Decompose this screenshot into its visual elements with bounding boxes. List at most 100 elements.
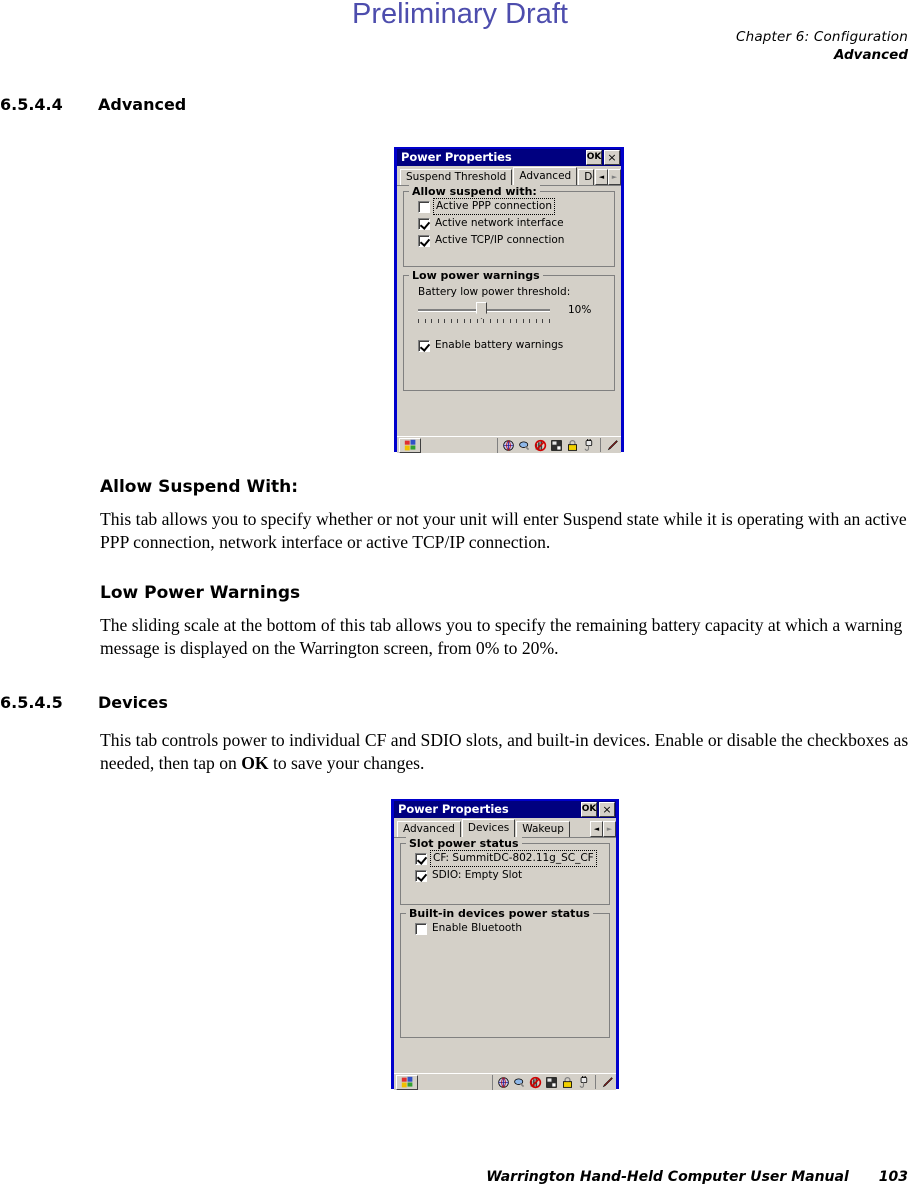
slider-tick-marks xyxy=(418,319,550,325)
group-allow-suspend-with: Allow suspend with: Active PPP connectio… xyxy=(403,185,615,267)
taskbar xyxy=(397,436,621,453)
tab-scroll-right-icon[interactable]: ► xyxy=(608,169,621,185)
titlebar: Power Properties OK × xyxy=(394,801,616,818)
tab-scroll-left-icon[interactable]: ◄ xyxy=(595,169,608,185)
ok-button[interactable]: OK xyxy=(586,150,602,165)
group-builtin-devices-power-status: Built-in devices power status Enable Blu… xyxy=(400,907,610,1038)
group-low-power-warnings: Low power warnings Battery low power thr… xyxy=(403,269,615,391)
tab-scroll-spinner[interactable]: ◄ ► xyxy=(590,821,616,837)
storage-card-icon[interactable] xyxy=(550,439,563,452)
tab-page-devices: Slot power status CF: SummitDC-802.11g_S… xyxy=(394,837,616,1073)
windows-start-icon[interactable] xyxy=(396,1074,418,1090)
screenshot-power-properties-devices: Power Properties OK × Advanced Devices W… xyxy=(391,799,619,1090)
security-lock-icon[interactable] xyxy=(566,439,579,452)
checkbox-label-cf-slot: CF: SummitDC-802.11g_SC_CF xyxy=(430,850,597,867)
checkbox-label-active-ppp: Active PPP connection xyxy=(432,198,556,215)
checkbox-label-enable-bluetooth: Enable Bluetooth xyxy=(432,922,523,934)
taskbar xyxy=(394,1073,616,1090)
windows-start-icon-glyph xyxy=(401,1076,412,1087)
paragraph-allow-suspend-with: This tab allows you to specify whether o… xyxy=(100,509,907,552)
checkbox-sdio-slot[interactable] xyxy=(415,869,427,882)
header-section: Advanced xyxy=(833,47,908,63)
page-header-right: Chapter 6: Configuration Advanced xyxy=(736,28,908,64)
checkbox-active-tcpip[interactable] xyxy=(418,234,430,247)
checkbox-cf-slot[interactable] xyxy=(415,852,427,865)
checkbox-row-active-network-interface[interactable]: Active network interface xyxy=(418,217,608,230)
tab-suspend-threshold[interactable]: Suspend Threshold xyxy=(400,169,513,185)
network-globe-icon[interactable] xyxy=(502,439,515,452)
section-number: 6.5.4.4 xyxy=(0,95,63,114)
checkbox-label-active-network-interface: Active network interface xyxy=(435,217,564,229)
window-title: Power Properties xyxy=(398,802,509,816)
paragraph-devices-ok: OK xyxy=(241,753,269,773)
checkbox-label-active-tcpip: Active TCP/IP connection xyxy=(435,234,565,246)
tab-devices[interactable]: Devices xyxy=(461,819,516,837)
tab-scroll-right-icon[interactable]: ► xyxy=(603,821,616,837)
wireless-disabled-icon[interactable] xyxy=(529,1076,542,1089)
checkbox-row-active-ppp[interactable]: Active PPP connection xyxy=(418,198,608,215)
battery-threshold-value: 10% xyxy=(568,304,592,316)
section-title: Devices xyxy=(98,693,168,712)
footer-page-number: 103 xyxy=(878,1169,908,1185)
stylus-pen-icon[interactable] xyxy=(601,1076,614,1089)
paragraph-devices-pre: This tab controls power to individual CF… xyxy=(100,730,909,773)
group-label: Slot power status xyxy=(406,837,522,850)
tab-scroll-left-icon[interactable]: ◄ xyxy=(590,821,603,837)
battery-threshold-label: Battery low power threshold: xyxy=(418,286,571,298)
power-plug-icon[interactable] xyxy=(582,438,595,452)
preliminary-draft-watermark: Preliminary Draft xyxy=(352,0,568,30)
checkbox-row-cf-slot[interactable]: CF: SummitDC-802.11g_SC_CF xyxy=(415,850,603,867)
screenshot-power-properties-advanced: Power Properties OK × Suspend Threshold … xyxy=(394,147,624,453)
power-plug-icon[interactable] xyxy=(577,1075,590,1089)
stylus-pen-icon[interactable] xyxy=(606,439,619,452)
footer-manual-title: Warrington Hand-Held Computer User Manua… xyxy=(486,1169,849,1185)
window-power-properties-devices: Power Properties OK × Advanced Devices W… xyxy=(391,799,619,1090)
checkbox-label-sdio-slot: SDIO: Empty Slot xyxy=(432,869,523,881)
windows-start-icon-glyph xyxy=(404,439,415,450)
wireless-disabled-icon[interactable] xyxy=(534,439,547,452)
checkbox-active-network-interface[interactable] xyxy=(418,217,430,230)
window-power-properties-advanced: Power Properties OK × Suspend Threshold … xyxy=(394,147,624,453)
ok-button[interactable]: OK xyxy=(581,802,597,817)
tab-advanced[interactable]: Advanced xyxy=(397,821,461,837)
checkbox-row-active-tcpip[interactable]: Active TCP/IP connection xyxy=(418,234,608,247)
tab-wakeup[interactable]: Wakeup xyxy=(516,821,570,837)
paragraph-devices: This tab controls power to individual CF… xyxy=(100,729,918,775)
checkbox-label-enable-battery-warnings: Enable battery warnings xyxy=(435,339,564,351)
system-tray xyxy=(492,1074,614,1090)
checkbox-row-enable-bluetooth[interactable]: Enable Bluetooth xyxy=(415,922,603,935)
titlebar: Power Properties OK × xyxy=(397,149,621,166)
windows-start-icon[interactable] xyxy=(399,437,421,453)
checkbox-row-sdio-slot[interactable]: SDIO: Empty Slot xyxy=(415,869,603,882)
tab-devices-partial[interactable]: De xyxy=(578,169,594,185)
checkbox-active-ppp[interactable] xyxy=(418,200,430,213)
volume-speaker-icon[interactable] xyxy=(518,439,531,452)
security-lock-icon[interactable] xyxy=(561,1076,574,1089)
tab-strip: Advanced Devices Wakeup ◄ ► xyxy=(394,818,616,837)
paragraph-low-power-warnings: The sliding scale at the bottom of this … xyxy=(100,615,903,658)
paragraph-devices-post: to save your changes. xyxy=(268,753,425,773)
checkbox-enable-battery-warnings[interactable] xyxy=(418,339,430,352)
header-chapter: Chapter 6: Configuration xyxy=(735,29,908,45)
tab-scroll-spinner[interactable]: ◄ ► xyxy=(595,169,621,185)
section-title: Advanced xyxy=(98,95,187,114)
section-number: 6.5.4.5 xyxy=(0,693,63,712)
volume-speaker-icon[interactable] xyxy=(513,1076,526,1089)
close-button[interactable]: × xyxy=(599,802,615,817)
group-label: Low power warnings xyxy=(409,269,543,282)
section-heading-advanced: 6.5.4.4 Advanced xyxy=(0,95,186,114)
slider-thumb[interactable] xyxy=(476,302,487,319)
group-slot-power-status: Slot power status CF: SummitDC-802.11g_S… xyxy=(400,837,610,905)
close-button[interactable]: × xyxy=(604,150,620,165)
subhead-allow-suspend-with: Allow Suspend With: xyxy=(100,477,299,497)
battery-threshold-slider-row[interactable]: 10% xyxy=(418,301,608,319)
group-label: Allow suspend with: xyxy=(409,185,540,198)
checkbox-enable-bluetooth[interactable] xyxy=(415,922,427,935)
network-globe-icon[interactable] xyxy=(497,1076,510,1089)
tab-strip: Suspend Threshold Advanced De ◄ ► xyxy=(397,166,621,185)
group-label: Built-in devices power status xyxy=(406,907,593,920)
storage-card-icon[interactable] xyxy=(545,1076,558,1089)
tab-advanced[interactable]: Advanced xyxy=(513,167,578,185)
battery-threshold-slider[interactable] xyxy=(418,301,550,319)
checkbox-row-enable-battery-warnings[interactable]: Enable battery warnings xyxy=(418,339,608,352)
